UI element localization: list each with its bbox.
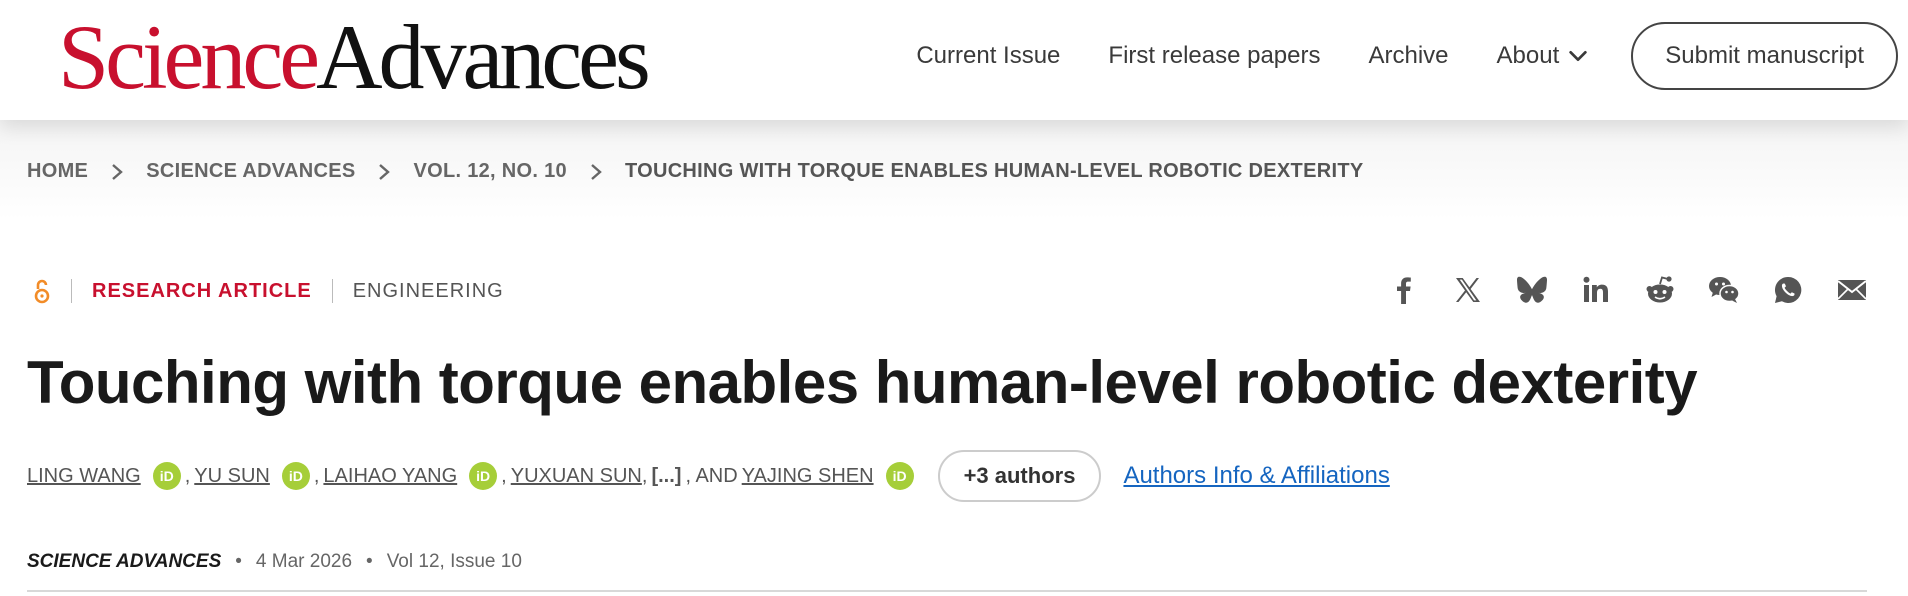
breadcrumb: HOME SCIENCE ADVANCES VOL. 12, NO. 10 TO… bbox=[27, 160, 1363, 183]
whatsapp-icon[interactable] bbox=[1770, 272, 1806, 308]
author-list: LING WANG iD , YU SUN iD , LAIHAO YANG i… bbox=[27, 448, 1390, 504]
authors-ellipsis[interactable]: [...] bbox=[651, 465, 681, 488]
publication-info: SCIENCE ADVANCES • 4 Mar 2026 • Vol 12, … bbox=[27, 551, 522, 573]
nav-about[interactable]: About bbox=[1497, 42, 1590, 70]
facebook-icon[interactable] bbox=[1386, 272, 1422, 308]
x-icon[interactable] bbox=[1450, 272, 1486, 308]
authors-info-affiliations-link[interactable]: Authors Info & Affiliations bbox=[1123, 462, 1389, 490]
nav-about-label: About bbox=[1496, 42, 1560, 69]
nav-first-release-papers[interactable]: First release papers bbox=[1108, 42, 1320, 70]
more-authors-button[interactable]: +3 authors bbox=[937, 450, 1102, 502]
logo-science-text: Science bbox=[58, 6, 320, 108]
linkedin-icon[interactable] bbox=[1578, 272, 1614, 308]
email-icon[interactable] bbox=[1834, 272, 1870, 308]
article-meta-row: RESEARCH ARTICLE ENGINEERING bbox=[27, 276, 504, 306]
main-nav: Current Issue First release papers Archi… bbox=[916, 22, 1898, 90]
publication-date: 4 Mar 2026 bbox=[255, 551, 353, 572]
breadcrumb-volume[interactable]: VOL. 12, NO. 10 bbox=[413, 160, 566, 183]
author-separator: , bbox=[501, 464, 507, 487]
bullet-separator: • bbox=[235, 551, 242, 572]
orcid-icon[interactable]: iD bbox=[469, 462, 498, 490]
science-advances-logo[interactable]: Science Advances bbox=[58, 6, 651, 108]
bullet-separator: • bbox=[366, 551, 373, 572]
section-divider bbox=[27, 590, 1867, 592]
author-link[interactable]: YAJING SHEN bbox=[742, 465, 874, 488]
chevron-right-icon bbox=[591, 163, 602, 180]
submit-manuscript-button[interactable]: Submit manuscript bbox=[1631, 22, 1898, 90]
breadcrumb-current-article: TOUCHING WITH TORQUE ENABLES HUMAN-LEVEL… bbox=[624, 160, 1364, 182]
nav-archive[interactable]: Archive bbox=[1369, 42, 1449, 70]
orcid-icon[interactable]: iD bbox=[281, 462, 310, 490]
author-link[interactable]: LAIHAO YANG bbox=[323, 465, 457, 488]
divider bbox=[71, 279, 72, 303]
logo-advances-text: Advances bbox=[316, 6, 651, 108]
author-separator: , bbox=[184, 464, 191, 487]
article-title: Touching with torque enables human-level… bbox=[27, 349, 1698, 416]
nav-current-issue[interactable]: Current Issue bbox=[916, 42, 1060, 70]
reddit-icon[interactable] bbox=[1642, 272, 1678, 308]
divider bbox=[331, 279, 333, 303]
article-type[interactable]: RESEARCH ARTICLE bbox=[92, 280, 312, 303]
chevron-down-icon bbox=[1569, 50, 1587, 62]
share-bar bbox=[1358, 272, 1870, 308]
article-subject[interactable]: ENGINEERING bbox=[353, 280, 504, 303]
author-link[interactable]: YU SUN bbox=[194, 465, 270, 488]
orcid-icon[interactable]: iD bbox=[152, 462, 181, 490]
wechat-icon[interactable] bbox=[1706, 272, 1742, 308]
journal-name: SCIENCE ADVANCES bbox=[27, 551, 222, 572]
author-separator: , bbox=[313, 464, 320, 487]
author-and-text: , AND bbox=[685, 464, 738, 487]
volume-issue[interactable]: Vol 12, Issue 10 bbox=[387, 551, 522, 573]
breadcrumb-home[interactable]: HOME bbox=[27, 160, 88, 183]
author-separator: , bbox=[641, 464, 648, 487]
author-link[interactable]: YUXUAN SUN bbox=[511, 465, 642, 488]
breadcrumb-science-advances[interactable]: SCIENCE ADVANCES bbox=[146, 160, 355, 183]
bluesky-icon[interactable] bbox=[1514, 272, 1550, 308]
author-link[interactable]: LING WANG bbox=[27, 465, 141, 488]
site-header: Science Advances Current Issue First rel… bbox=[0, 0, 1908, 120]
orcid-icon[interactable]: iD bbox=[885, 462, 914, 490]
open-access-icon bbox=[34, 279, 50, 304]
chevron-right-icon bbox=[112, 163, 124, 180]
chevron-right-icon bbox=[379, 163, 391, 180]
